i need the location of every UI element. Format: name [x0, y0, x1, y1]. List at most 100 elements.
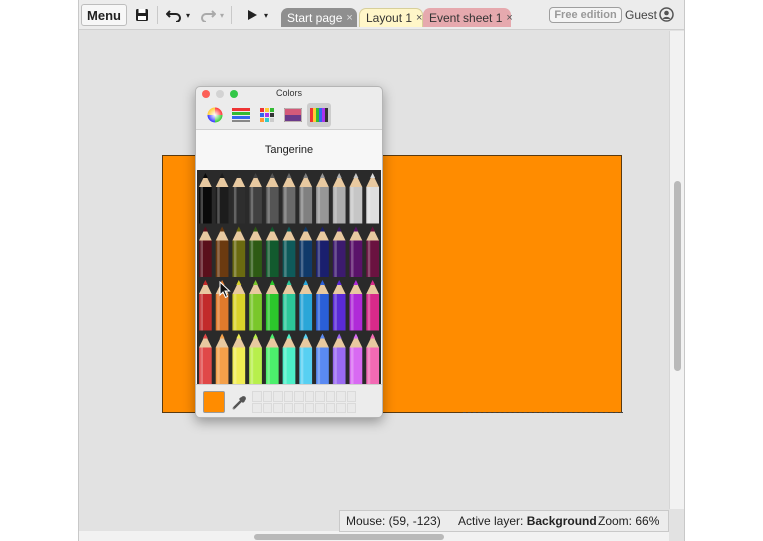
- tab-layout-1[interactable]: Layout 1 ×: [359, 8, 423, 27]
- undo-dropdown-icon[interactable]: ▾: [183, 4, 193, 26]
- pencil-swatch[interactable]: [316, 280, 329, 331]
- pencil-swatch[interactable]: [282, 173, 296, 224]
- pencil-swatch[interactable]: [299, 280, 313, 331]
- empty-swatch[interactable]: [262, 391, 272, 402]
- empty-swatch[interactable]: [346, 402, 356, 413]
- pencil-swatch[interactable]: [299, 226, 313, 278]
- empty-swatch[interactable]: [283, 402, 293, 413]
- pencil-swatch[interactable]: [249, 173, 262, 224]
- empty-swatch[interactable]: [336, 402, 346, 413]
- pencil-swatch[interactable]: [215, 173, 229, 224]
- pencil-swatch[interactable]: [349, 173, 363, 224]
- play-dropdown-icon[interactable]: ▾: [261, 4, 271, 26]
- horizontal-scrollbar[interactable]: [79, 531, 669, 541]
- menu-button[interactable]: Menu: [81, 4, 127, 26]
- pencil-swatch[interactable]: [249, 280, 262, 331]
- pencil-grid-canvas[interactable]: [197, 170, 381, 384]
- pencil-swatch[interactable]: [249, 226, 262, 278]
- redo-icon[interactable]: [197, 4, 219, 26]
- tab-event-sheet-1[interactable]: Event sheet 1 ×: [423, 8, 513, 27]
- current-color-swatch[interactable]: [203, 391, 225, 413]
- empty-swatch[interactable]: [336, 391, 346, 402]
- pencil-swatch[interactable]: [332, 226, 346, 278]
- pencil-swatch[interactable]: [316, 226, 329, 278]
- empty-swatch[interactable]: [252, 391, 262, 402]
- pencil-swatch[interactable]: [265, 226, 279, 278]
- pencil-swatch[interactable]: [199, 173, 212, 224]
- pencil-swatch[interactable]: [232, 280, 246, 331]
- image-palettes-icon[interactable]: [281, 103, 305, 127]
- pencil-grid[interactable]: [197, 170, 381, 384]
- pencil-swatch[interactable]: [366, 173, 379, 224]
- empty-swatch[interactable]: [262, 402, 272, 413]
- empty-swatch[interactable]: [304, 402, 314, 413]
- colors-titlebar[interactable]: Colors: [196, 87, 382, 101]
- empty-swatch[interactable]: [315, 391, 325, 402]
- pencil-swatch[interactable]: [332, 333, 346, 385]
- pencil-swatch[interactable]: [332, 173, 346, 224]
- pencil-swatch[interactable]: [282, 226, 296, 278]
- color-wheel-icon[interactable]: [203, 103, 227, 127]
- pencil-swatch[interactable]: [349, 280, 363, 331]
- pencil-swatch[interactable]: [366, 226, 379, 278]
- empty-swatch[interactable]: [325, 402, 335, 413]
- pencil-swatch[interactable]: [265, 280, 279, 331]
- pencils-icon[interactable]: [307, 103, 331, 127]
- pencil-swatch[interactable]: [282, 280, 296, 331]
- eyedropper-icon[interactable]: [231, 393, 247, 411]
- pencil-swatch[interactable]: [349, 333, 363, 385]
- pencil-swatch[interactable]: [199, 280, 212, 331]
- user-circle-icon[interactable]: [659, 7, 674, 22]
- empty-swatch[interactable]: [252, 402, 262, 413]
- pencil-swatch[interactable]: [282, 333, 296, 385]
- empty-swatch[interactable]: [294, 402, 304, 413]
- vertical-scroll-thumb[interactable]: [674, 181, 681, 371]
- play-icon[interactable]: [243, 4, 261, 26]
- color-sliders-icon[interactable]: [229, 103, 253, 127]
- pencil-swatch[interactable]: [366, 280, 379, 331]
- pencil-swatch[interactable]: [299, 333, 313, 385]
- floppy-disk-icon[interactable]: [131, 4, 153, 26]
- pencil-swatch[interactable]: [332, 280, 346, 331]
- active-layer-label: Active layer:: [458, 514, 524, 528]
- pencil-swatch[interactable]: [232, 226, 246, 278]
- horizontal-scroll-thumb[interactable]: [254, 534, 444, 540]
- close-icon[interactable]: ×: [346, 12, 352, 24]
- pencil-swatch[interactable]: [265, 333, 279, 385]
- empty-swatch[interactable]: [283, 391, 293, 402]
- empty-swatch[interactable]: [273, 391, 283, 402]
- pencil-swatch[interactable]: [299, 173, 313, 224]
- free-edition-badge[interactable]: Free edition: [549, 7, 622, 23]
- empty-swatch[interactable]: [273, 402, 283, 413]
- pencil-swatch[interactable]: [232, 333, 246, 385]
- vertical-scrollbar[interactable]: [669, 31, 684, 509]
- close-icon[interactable]: ×: [416, 12, 422, 24]
- color-palettes-icon[interactable]: [255, 103, 279, 127]
- mouse-cursor-icon: [219, 280, 231, 299]
- pencil-swatch[interactable]: [232, 173, 246, 224]
- pencil-swatch[interactable]: [366, 333, 379, 385]
- pencil-swatch[interactable]: [316, 173, 329, 224]
- empty-swatch[interactable]: [294, 391, 304, 402]
- pencil-swatch[interactable]: [349, 226, 363, 278]
- colors-title: Colors: [275, 88, 302, 98]
- pencil-swatch[interactable]: [215, 333, 229, 385]
- undo-icon[interactable]: [163, 4, 185, 26]
- empty-swatch[interactable]: [325, 391, 335, 402]
- empty-swatch[interactable]: [315, 402, 325, 413]
- empty-swatch[interactable]: [346, 391, 356, 402]
- pencil-swatch[interactable]: [199, 333, 212, 385]
- active-layer: Active layer: Background: [458, 514, 598, 528]
- tab-label: Layout 1: [366, 11, 413, 25]
- pencil-swatch[interactable]: [265, 173, 279, 224]
- pencil-swatch[interactable]: [215, 226, 229, 278]
- close-icon[interactable]: ×: [506, 12, 512, 24]
- tab-start-page[interactable]: Start page ×: [281, 8, 357, 27]
- pencil-swatch[interactable]: [316, 333, 329, 385]
- pencil-swatch[interactable]: [199, 226, 212, 278]
- tab-label: Event sheet 1: [429, 10, 503, 25]
- empty-swatch[interactable]: [304, 391, 314, 402]
- pencil-swatch[interactable]: [249, 333, 262, 385]
- redo-dropdown-icon[interactable]: ▾: [217, 4, 227, 26]
- user-name[interactable]: Guest: [625, 8, 657, 22]
